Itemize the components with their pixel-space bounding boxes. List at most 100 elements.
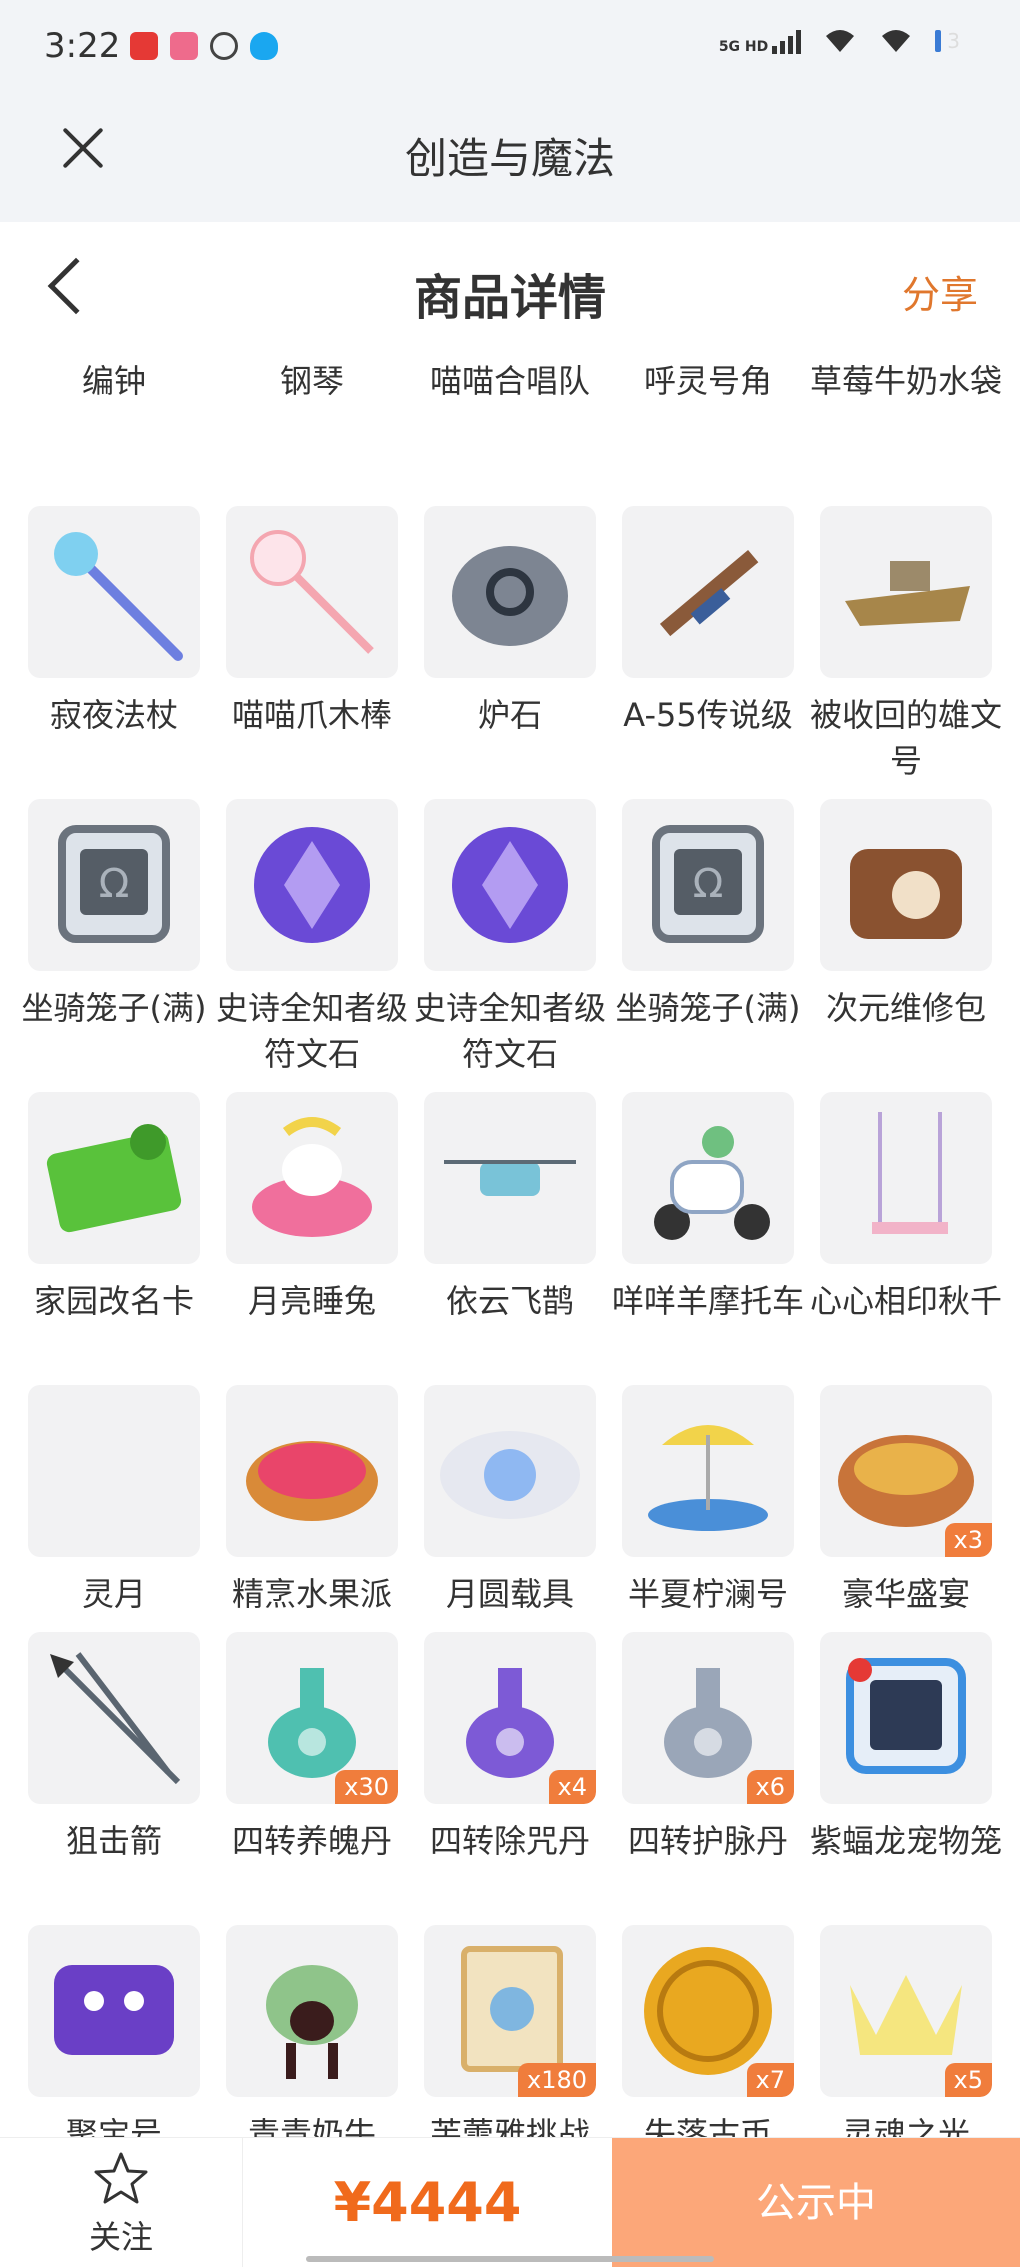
item-card[interactable]: 聚宝号 [28, 1925, 200, 2137]
item-card[interactable]: Ω 坐骑笼子(满) [616, 799, 800, 1031]
share-button[interactable]: 分享 [902, 264, 978, 319]
item-name: 精烹水果派 [231, 1575, 392, 1613]
follow-button[interactable]: 关注 [0, 2138, 242, 2267]
item-card[interactable]: 咩咩羊摩托车 [612, 1092, 804, 1324]
quantity-badge: x180 [517, 2063, 596, 2097]
quantity-badge: x3 [944, 1523, 992, 1557]
item-card[interactable]: x7 失落古币 [622, 1925, 794, 2137]
quantity-badge: x7 [746, 2063, 794, 2097]
item-card[interactable]: 呼灵号角 [622, 352, 794, 404]
item-name: 家园改名卡 [33, 1282, 194, 1320]
publicizing-button[interactable]: 公示中 [612, 2138, 1020, 2267]
quantity-badge: x5 [944, 2063, 992, 2097]
crown-icon: x5 [820, 1925, 992, 2097]
item-card[interactable]: 月亮睡兔 [226, 1092, 398, 1324]
item-name: 半夏柠澜号 [627, 1575, 788, 1613]
item-card[interactable]: 依云飞鹊 [424, 1092, 596, 1324]
item-name: 呼灵号角 [643, 362, 772, 400]
item-card[interactable]: 喵喵爪木棒 [226, 506, 398, 738]
item-card[interactable]: 青青奶牛 [226, 1925, 398, 2137]
item-grid-scroll[interactable]: 编钟 钢琴 喵喵合唱队 呼灵号角 草莓牛奶水袋寂夜法杖 喵喵爪木棒 炉石 A-55传说级 被收回… [0, 352, 1020, 2137]
item-card[interactable]: x3 豪华盛宴 [820, 1385, 992, 1617]
lofter-icon [170, 32, 198, 60]
item-card[interactable]: x6 四转护脉丹 [622, 1632, 794, 1864]
item-card[interactable]: 编钟 [28, 352, 200, 404]
item-card[interactable]: x5 灵魂之光 [820, 1925, 992, 2137]
battery-icon [935, 30, 942, 52]
item-card[interactable]: 月圆载具 [424, 1385, 596, 1617]
item-name: 灵月 [81, 1575, 146, 1613]
boat-icon [622, 1385, 794, 1557]
orb-icon [424, 1385, 596, 1557]
page-title: 商品详情 [413, 270, 606, 326]
item-name: A-55传说级 [623, 696, 793, 734]
poster-icon: x180 [424, 1925, 596, 2097]
cage-icon: Ω [28, 799, 200, 971]
item-name: 被收回的雄文号 [809, 696, 1002, 780]
paw-wand-icon [226, 506, 398, 678]
item-name: 史诗全知者级符文石 [413, 989, 606, 1073]
item-card[interactable]: x30 四转养魄丹 [226, 1632, 398, 1864]
item-name: 灵魂之光 [841, 2115, 970, 2137]
swing-icon [820, 1092, 992, 1264]
item-card[interactable]: 草莓牛奶水袋 [810, 352, 1002, 404]
item-card[interactable]: 紫蝠龙宠物笼 [810, 1632, 1002, 1864]
item-card[interactable]: x180 芙蕾雅挑战 [424, 1925, 596, 2137]
item-name: 四转养魄丹 [231, 1822, 392, 1860]
item-name: 青青奶牛 [247, 2115, 376, 2137]
item-card[interactable]: 狙击箭 [28, 1632, 200, 1864]
item-name: 月亮睡兔 [247, 1282, 376, 1320]
item-card[interactable]: 喵喵合唱队 [424, 352, 596, 404]
pie-icon [226, 1385, 398, 1557]
battery-level: 3 [947, 29, 960, 53]
cage-icon: Ω [622, 799, 794, 971]
signal-icon [772, 28, 802, 54]
item-card[interactable]: A-55传说级 [622, 506, 794, 738]
item-card[interactable]: 被收回的雄文号 [810, 506, 1002, 784]
item-card[interactable]: 寂夜法杖 [28, 506, 200, 738]
feast-icon: x3 [820, 1385, 992, 1557]
item-card[interactable]: 家园改名卡 [28, 1092, 200, 1324]
drone-icon [424, 1092, 596, 1264]
star-icon [94, 2152, 148, 2204]
netease-music-icon [130, 32, 158, 60]
item-card[interactable]: x4 四转除咒丹 [424, 1632, 596, 1864]
item-name: 坐骑笼子(满) [615, 989, 801, 1027]
quantity-badge: x4 [548, 1770, 596, 1804]
potion-icon: x30 [226, 1632, 398, 1804]
treasure-icon [28, 1925, 200, 2097]
potion-icon: x4 [424, 1632, 596, 1804]
wifi-icon [826, 30, 855, 52]
item-name: 狙击箭 [65, 1822, 162, 1860]
item-name: 聚宝号 [65, 2115, 162, 2137]
item-name: 四转护脉丹 [627, 1822, 788, 1860]
wifi-icon-2 [882, 30, 911, 52]
item-name: 芙蕾雅挑战 [429, 2115, 590, 2137]
item-name: 喵喵爪木棒 [231, 696, 392, 734]
item-name: 四转除咒丹 [429, 1822, 590, 1860]
pet-cage-icon [820, 1632, 992, 1804]
staff-icon [28, 506, 200, 678]
follow-label: 关注 [88, 2218, 153, 2256]
item-card[interactable]: Ω 坐骑笼子(满) [22, 799, 206, 1031]
item-card[interactable]: 灵月 [28, 1385, 200, 1617]
item-card[interactable]: 半夏柠澜号 [622, 1385, 794, 1617]
status-bar: 3:22 5G HD 3 [0, 0, 1020, 95]
coin-icon: x7 [622, 1925, 794, 2097]
item-card[interactable]: 史诗全知者级符文石 [216, 799, 408, 1077]
item-name: 心心相印秋千 [809, 1282, 1002, 1320]
item-card[interactable]: 心心相印秋千 [810, 1092, 1002, 1324]
arrow-icon [28, 1632, 200, 1804]
item-name: 寂夜法杖 [49, 696, 178, 734]
miniapp-header: 创造与魔法 [0, 95, 1020, 222]
item-card[interactable]: 炉石 [424, 506, 596, 738]
scooter-icon [622, 1092, 794, 1264]
item-card[interactable]: 史诗全知者级符文石 [414, 799, 606, 1077]
item-card[interactable]: 精烹水果派 [226, 1385, 398, 1617]
card-icon [28, 1092, 200, 1264]
rifle-icon [622, 506, 794, 678]
item-card[interactable]: 次元维修包 [820, 799, 992, 1031]
bag-icon [820, 799, 992, 971]
item-card[interactable]: 钢琴 [226, 352, 398, 404]
quantity-badge: x6 [746, 1770, 794, 1804]
